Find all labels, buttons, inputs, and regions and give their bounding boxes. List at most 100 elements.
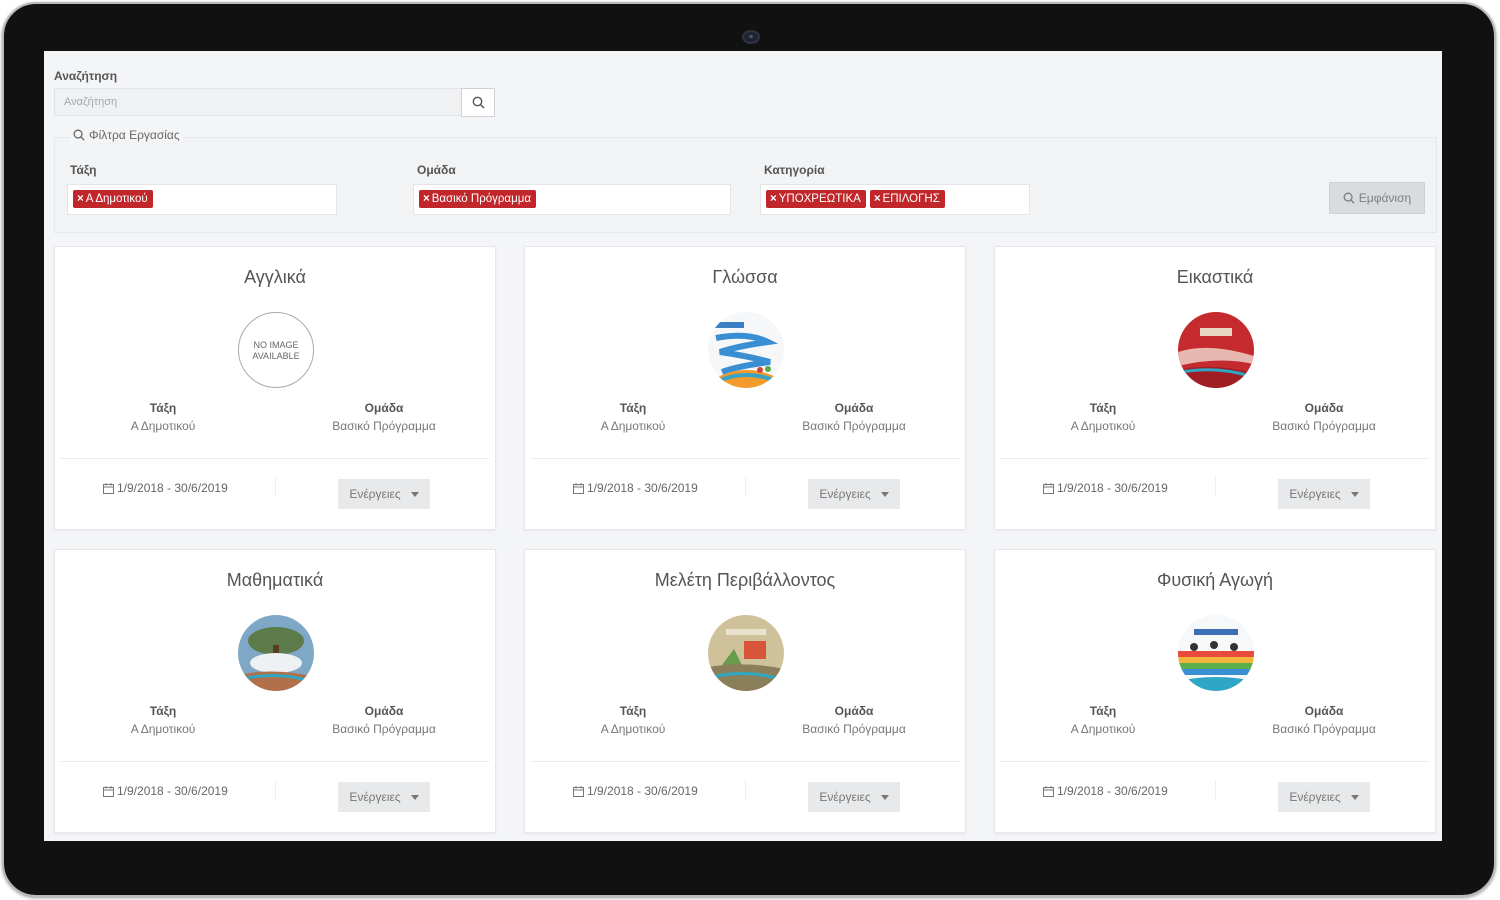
date-range: 1/9/2018 - 30/6/2019 [1043,481,1168,495]
class-label: Τάξη [1089,704,1117,718]
class-value: Α Δημοτικού [600,419,666,433]
group-value: Βασικό Πρόγραμμα [1272,722,1376,736]
course-card[interactable]: Μελέτη Περιβάλλοντος Τάξη Α Δημοτικού Ομ… [524,549,966,833]
search-icon [1343,192,1355,204]
date-range: 1/9/2018 - 30/6/2019 [103,481,228,495]
group-value: Βασικό Πρόγραμμα [802,722,906,736]
actions-dropdown[interactable]: Ενέργειες [1278,479,1370,509]
class-value: Α Δημοτικού [130,419,196,433]
class-label: Τάξη [619,704,647,718]
date-range: 1/9/2018 - 30/6/2019 [573,784,698,798]
actions-dropdown[interactable]: Ενέργειες [808,782,900,812]
course-image [238,615,314,691]
class-value: Α Δημοτικού [130,722,196,736]
category-filter-label: Κατηγορία [764,163,825,177]
category-filter-select[interactable]: × ΥΠΟΧΡΕΩΤΙΚΑ × ΕΠΙΛΟΓΗΣ [760,184,1030,215]
remove-tag-icon[interactable]: × [77,193,84,205]
caret-down-icon [880,794,889,800]
course-image [1178,615,1254,691]
calendar-icon [1043,785,1054,797]
group-value: Βασικό Πρόγραμμα [1272,419,1376,433]
caret-down-icon [410,794,419,800]
remove-tag-icon[interactable]: × [874,193,881,205]
class-label: Τάξη [1089,401,1117,415]
divider [1215,477,1216,497]
app-screen: Αναζήτηση Αναζήτηση Φίλτρα Εργασίας Τάξη… [44,51,1442,841]
class-label: Τάξη [149,704,177,718]
date-range: 1/9/2018 - 30/6/2019 [1043,784,1168,798]
course-image [708,615,784,691]
filter-tag[interactable]: × ΥΠΟΧΡΕΩΤΙΚΑ [766,190,866,208]
work-filters-panel: Φίλτρα Εργασίας Τάξη × Α Δημοτικού Ομάδα … [54,128,1437,233]
show-button[interactable]: Εμφάνιση [1329,182,1425,214]
actions-dropdown[interactable]: Ενέργειες [338,782,430,812]
remove-tag-icon[interactable]: × [770,193,777,205]
group-filter-select[interactable]: × Βασικό Πρόγραμμα [413,184,731,215]
calendar-icon [573,482,584,494]
class-label: Τάξη [149,401,177,415]
group-label: Ομάδα [834,401,874,415]
divider [745,780,746,800]
divider [530,458,960,459]
search-button[interactable] [461,88,495,117]
caret-down-icon [1350,794,1359,800]
caret-down-icon [410,491,419,497]
course-image [708,312,784,388]
filter-tag[interactable]: × Α Δημοτικού [73,190,153,208]
class-value: Α Δημοτικού [1070,722,1136,736]
group-value: Βασικό Πρόγραμμα [802,419,906,433]
group-label: Ομάδα [364,704,404,718]
no-image-text: NO IMAGE AVAILABLE [252,340,300,361]
calendar-icon [1043,482,1054,494]
divider [530,761,960,762]
course-title: Μαθηματικά [226,570,324,590]
camera-icon [742,30,760,44]
caret-down-icon [880,491,889,497]
divider [1215,780,1216,800]
course-card[interactable]: Αγγλικά NO IMAGE AVAILABLE Τάξη Α Δημοτι… [54,246,496,530]
class-filter-label: Τάξη [70,163,97,177]
course-card[interactable]: Φυσική Αγωγή Τάξη Α Δημοτικού Ομάδα Βασι… [994,549,1436,833]
divider [1000,458,1430,459]
actions-dropdown[interactable]: Ενέργειες [338,479,430,509]
divider [275,477,276,497]
search-label: Αναζήτηση [54,69,118,83]
course-card[interactable]: Γλώσσα Τάξη Α Δημοτικού Ομάδα Βασικό Πρό… [524,246,966,530]
search-icon [73,129,85,141]
actions-dropdown[interactable]: Ενέργειες [1278,782,1370,812]
filters-title-text: Φίλτρα Εργασίας [89,128,180,142]
course-image: NO IMAGE AVAILABLE [238,312,314,388]
course-title: Γλώσσα [712,267,778,287]
group-label: Ομάδα [834,704,874,718]
divider [275,780,276,800]
course-title: Αγγλικά [244,267,306,287]
group-label: Ομάδα [1304,704,1344,718]
calendar-icon [103,785,114,797]
course-title: Φυσική Αγωγή [1156,570,1274,590]
caret-down-icon [1350,491,1359,497]
class-label: Τάξη [619,401,647,415]
course-card[interactable]: Εικαστικά Τάξη Α Δημοτικού Ομάδα Βασικό … [994,246,1436,530]
course-title: Εικαστικά [1176,267,1254,287]
divider [60,458,490,459]
remove-tag-icon[interactable]: × [423,193,430,205]
class-value: Α Δημοτικού [1070,419,1136,433]
calendar-icon [103,482,114,494]
filter-tag[interactable]: × ΕΠΙΛΟΓΗΣ [869,190,945,208]
filter-tag[interactable]: × Βασικό Πρόγραμμα [419,190,536,208]
filters-title: Φίλτρα Εργασίας [70,128,183,142]
group-label: Ομάδα [364,401,404,415]
course-image [1178,312,1254,388]
actions-dropdown[interactable]: Ενέργειες [808,479,900,509]
group-filter-label: Ομάδα [417,163,456,177]
course-title: Μελέτη Περιβάλλοντος [654,570,836,590]
group-label: Ομάδα [1304,401,1344,415]
class-value: Α Δημοτικού [600,722,666,736]
class-filter-select[interactable]: × Α Δημοτικού [67,184,337,215]
divider [745,477,746,497]
search-input[interactable]: Αναζήτηση [54,88,462,116]
date-range: 1/9/2018 - 30/6/2019 [103,784,228,798]
divider [60,761,490,762]
course-card[interactable]: Μαθηματικά Τάξη Α Δημοτικού Ομάδα Βασικό… [54,549,496,833]
group-value: Βασικό Πρόγραμμα [332,419,436,433]
